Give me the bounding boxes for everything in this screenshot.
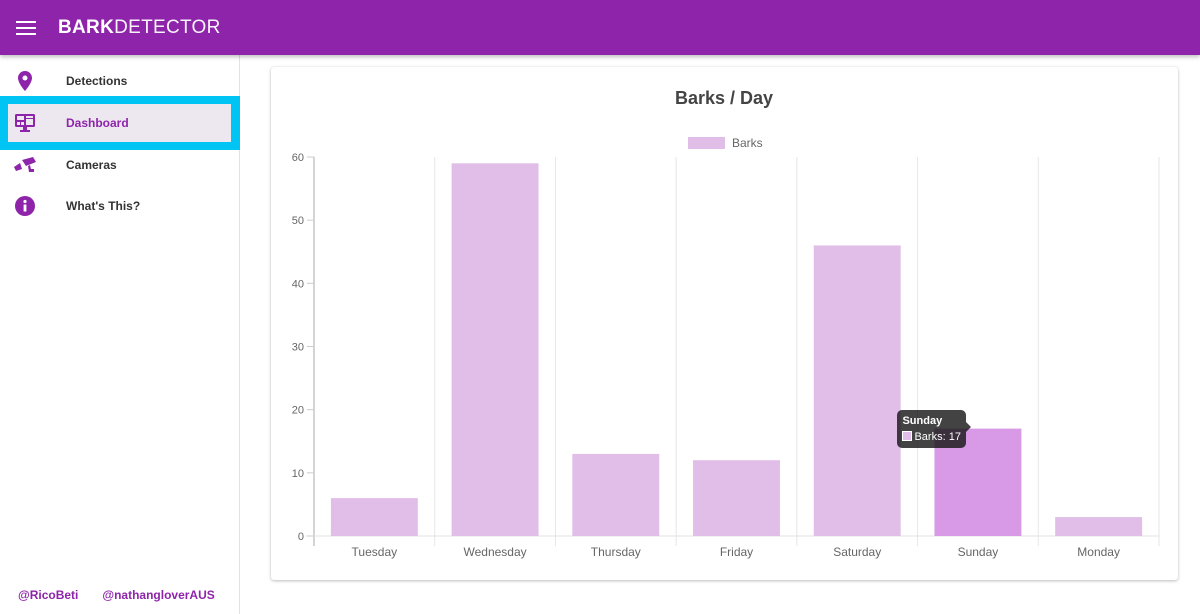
main-content: Barks / Day Barks 0 10 20 30 40 50 60 Tuesday W… xyxy=(241,55,1200,614)
app-bar: BARKDETECTOR xyxy=(0,0,1200,55)
y-tick-label: 40 xyxy=(292,278,304,290)
x-axis: Tuesday Wednesday Thursday Friday Saturday Su… xyxy=(352,545,1120,559)
bar-tuesday[interactable] xyxy=(330,498,418,536)
x-tick-label: Sunday xyxy=(958,545,999,559)
app-title-light: DETECTOR xyxy=(114,16,221,38)
sidebar-item-label: Dashboard xyxy=(66,116,129,130)
tooltip-label: Barks: 17 xyxy=(914,430,961,443)
sidebar-item-dashboard[interactable]: Dashboard xyxy=(0,96,240,150)
cctv-camera-icon xyxy=(14,154,36,176)
legend-label-barks[interactable]: Barks xyxy=(732,136,763,150)
tooltip-title: Sunday xyxy=(902,414,943,427)
x-tick-label: Thursday xyxy=(591,545,641,559)
footer-link-ricobeti[interactable]: @RicoBeti xyxy=(18,588,78,602)
x-tick-label: Wednesday xyxy=(463,545,526,559)
footer-link-nathangloveraus[interactable]: @nathangloverAUS xyxy=(102,588,214,602)
chart-tooltip: Sunday Barks: 17 xyxy=(897,409,972,448)
bar-friday[interactable] xyxy=(693,460,780,536)
app-title-bold: BARK xyxy=(58,16,115,38)
map-marker-icon xyxy=(14,70,36,92)
app-title: BARKDETECTOR xyxy=(58,17,221,39)
bar-saturday[interactable] xyxy=(813,245,901,536)
bar-thursday[interactable] xyxy=(572,453,660,536)
y-tick-label: 10 xyxy=(292,468,304,480)
monitor-dashboard-icon xyxy=(14,112,36,134)
x-tick-label: Friday xyxy=(720,545,753,559)
y-tick-label: 60 xyxy=(292,152,304,164)
bar-chart: Barks / Day Barks 0 10 20 30 40 50 60 Tuesday W… xyxy=(292,88,1160,559)
bar-wednesday[interactable] xyxy=(451,163,539,537)
legend-swatch-barks[interactable] xyxy=(688,137,725,149)
x-tick-label: Tuesday xyxy=(352,545,398,559)
y-tick-label: 30 xyxy=(292,342,304,354)
info-icon xyxy=(14,195,36,217)
sidebar-item-detections[interactable]: Detections xyxy=(0,60,238,101)
y-tick-label: 20 xyxy=(292,405,304,417)
sidebar-item-whats-this[interactable]: What's This? xyxy=(0,185,238,226)
y-tick-label: 0 xyxy=(298,531,304,543)
sidebar-item-label: Detections xyxy=(66,73,128,88)
sidebar-item-cameras[interactable]: Cameras xyxy=(0,144,238,185)
y-axis: 0 10 20 30 40 50 60 xyxy=(292,152,314,543)
sidebar-item-label: Cameras xyxy=(66,157,117,172)
x-tick-label: Monday xyxy=(1077,545,1120,559)
chart-bars xyxy=(330,163,1143,537)
bar-monday[interactable] xyxy=(1055,517,1143,536)
tooltip-swatch xyxy=(902,430,913,441)
sidebar-item-label: What's This? xyxy=(66,198,141,213)
footer-links: @RicoBeti @nathangloverAUS xyxy=(18,588,215,602)
chart-card: Barks / Day Barks 0 10 20 30 40 50 60 Tuesday W… xyxy=(271,67,1178,580)
sidebar: Detections Dashboard Cameras What's This… xyxy=(0,55,240,614)
hamburger-menu-icon[interactable] xyxy=(16,20,36,36)
y-tick-label: 50 xyxy=(292,215,304,227)
chart-title: Barks / Day xyxy=(675,88,773,108)
x-tick-label: Saturday xyxy=(833,545,881,559)
